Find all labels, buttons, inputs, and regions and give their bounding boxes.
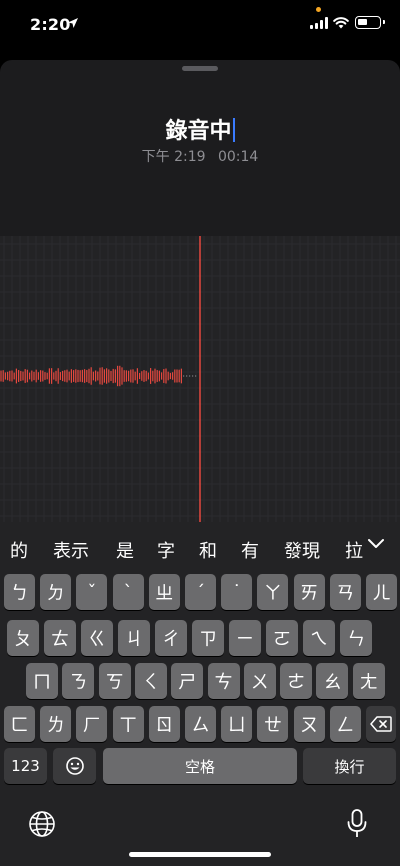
key-row3-8[interactable]: ㄠ	[316, 663, 349, 699]
key-row4-4[interactable]: ㄖ	[148, 706, 180, 742]
key-row4-8[interactable]: ㄡ	[293, 706, 325, 742]
candidate-word[interactable]: 拉	[345, 537, 363, 563]
key-row4-3[interactable]: ㄒ	[112, 706, 144, 742]
key-row2-7[interactable]: ㄛ	[266, 620, 298, 656]
candidate-bar: 拉發現有和字是 表示的	[0, 522, 400, 568]
candidate-word[interactable]: 表示	[53, 537, 89, 563]
key-row4-7[interactable]: ㄝ	[257, 706, 289, 742]
key-row2-4[interactable]: ㄔ	[155, 620, 187, 656]
key-row2-1[interactable]: ㄊ	[44, 620, 76, 656]
status-time: 2:20	[30, 15, 71, 34]
privacy-indicator-dot	[316, 7, 321, 12]
key-row4-6[interactable]: ㄩ	[221, 706, 253, 742]
key-row1-1[interactable]: ㄉ	[40, 574, 72, 610]
key-row3-6[interactable]: ㄨ	[243, 663, 276, 699]
candidate-word[interactable]: 和	[199, 537, 217, 563]
cellular-signal-icon	[310, 17, 328, 29]
key-row1-9[interactable]: ㄢ	[329, 574, 361, 610]
text-caret	[232, 118, 235, 142]
space-key[interactable]: 空格	[103, 748, 297, 784]
key-row1-6[interactable]: ˙	[221, 574, 253, 610]
recording-date: 下午 2:19	[141, 149, 206, 165]
bopomofo-keyboard: 拉發現有和字是 表示的 ㄅㄉ ˇ ˋ ㄓ ˊ ˙ ㄚㄞㄢㄦㄆㄊㄍㄐㄔㄗㄧㄛㄟㄣㄇㄋㄎㄑㄕㄘㄨㄜ…	[0, 522, 400, 866]
status-bar: 2:20	[0, 0, 400, 52]
location-arrow-icon	[68, 18, 78, 28]
battery-icon	[355, 16, 385, 29]
recording-meta: 下午 2:19 00:14	[0, 146, 400, 166]
key-row3-5[interactable]: ㄘ	[207, 663, 240, 699]
key-row4-5[interactable]: ㄙ	[185, 706, 216, 742]
chevron-down-icon[interactable]	[366, 536, 386, 550]
microphone-icon[interactable]	[346, 809, 368, 839]
key-row3-1[interactable]: ㄋ	[62, 663, 95, 699]
candidate-word[interactable]: 有	[241, 537, 259, 563]
key-row1-0[interactable]: ㄅ	[4, 574, 35, 610]
key-row3-4[interactable]: ㄕ	[171, 663, 204, 699]
key-row3-9[interactable]: ㄤ	[352, 663, 385, 699]
key-row1-8[interactable]: ㄞ	[293, 574, 325, 610]
key-row3-2[interactable]: ㄎ	[98, 663, 131, 699]
key-row4-9[interactable]: ㄥ	[329, 706, 361, 742]
key-row2-0[interactable]: ㄆ	[7, 620, 39, 656]
emoji-icon	[65, 757, 84, 775]
candidate-word[interactable]: 字	[157, 537, 175, 563]
key-row2-5[interactable]: ㄗ	[192, 620, 224, 656]
delete-icon	[370, 716, 392, 732]
emoji-key[interactable]	[53, 748, 96, 784]
recording-elapsed: 00:14	[217, 149, 259, 165]
recording-title-row: 錄音中	[0, 113, 400, 145]
waveform-area	[0, 236, 400, 536]
key-row4-1[interactable]: ㄌ	[40, 706, 72, 742]
return-key[interactable]: 換行	[303, 748, 396, 784]
key-row1-7[interactable]: ㄚ	[257, 574, 289, 610]
globe-icon[interactable]	[28, 810, 56, 838]
wifi-icon	[333, 17, 349, 29]
candidate-word[interactable]: 發現	[284, 537, 320, 563]
key-row3-3[interactable]: ㄑ	[134, 663, 167, 699]
candidate-word[interactable]: 的	[10, 537, 28, 563]
key-row2-8[interactable]: ㄟ	[303, 620, 335, 656]
waveform	[0, 236, 400, 536]
home-indicator	[129, 852, 271, 857]
key-row2-9[interactable]: ㄣ	[340, 620, 372, 656]
key-row3-0[interactable]: ㄇ	[26, 663, 58, 699]
key-row2-3[interactable]: ㄐ	[118, 620, 150, 656]
key-row1-3[interactable]: ˋ	[112, 574, 144, 610]
candidate-word[interactable]: 是	[116, 537, 134, 563]
numbers-key[interactable]: 123	[4, 748, 47, 784]
key-row1-2[interactable]: ˇ	[76, 574, 108, 610]
delete-key[interactable]	[366, 706, 396, 742]
key-row1-5[interactable]: ˊ	[185, 574, 216, 610]
key-row2-6[interactable]: ㄧ	[229, 620, 261, 656]
recording-title[interactable]: 錄音中	[165, 119, 231, 144]
key-row4-2[interactable]: ㄏ	[76, 706, 108, 742]
key-row1-10[interactable]: ㄦ	[366, 574, 397, 610]
key-row4-0[interactable]: ㄈ	[4, 706, 35, 742]
key-row1-4[interactable]: ㄓ	[148, 574, 180, 610]
sheet-grabber[interactable]	[182, 66, 218, 71]
key-row3-7[interactable]: ㄜ	[280, 663, 313, 699]
key-row2-2[interactable]: ㄍ	[81, 620, 113, 656]
